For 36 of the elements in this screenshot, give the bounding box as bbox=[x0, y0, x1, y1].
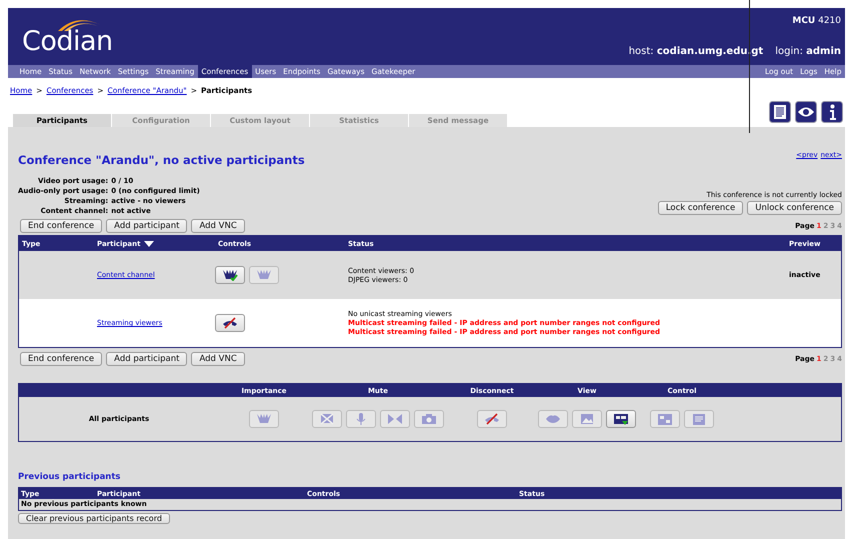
action-button[interactable]: End conference bbox=[20, 352, 102, 366]
clear-record-button[interactable]: Clear previous participants record bbox=[18, 513, 170, 524]
control-button[interactable] bbox=[606, 410, 636, 428]
crossed-screen-icon bbox=[319, 413, 335, 425]
action-button[interactable]: Add VNC bbox=[191, 352, 245, 366]
logo-text: Codian bbox=[22, 26, 113, 57]
panel-icon bbox=[657, 412, 673, 426]
screen-layout-icon bbox=[613, 412, 629, 426]
microphone-icon bbox=[355, 412, 367, 426]
action-button[interactable]: Add participant bbox=[106, 219, 188, 233]
sort-caret-icon bbox=[144, 240, 154, 246]
lips-icon bbox=[545, 414, 561, 424]
action-button[interactable]: Add participant bbox=[106, 352, 188, 366]
conference-title: Conference "Arandu", no active participants bbox=[18, 153, 305, 167]
lock-button[interactable]: Unlock conference bbox=[747, 201, 842, 215]
crossed-phone-icon bbox=[483, 413, 501, 425]
control-button[interactable] bbox=[215, 266, 245, 284]
action-button[interactable]: End conference bbox=[20, 219, 102, 233]
lock-button[interactable]: Lock conference bbox=[658, 201, 744, 215]
login-label: login: admin bbox=[775, 46, 841, 57]
crown-icon bbox=[256, 413, 272, 425]
action-button[interactable]: Add VNC bbox=[191, 219, 245, 233]
section-title: Previous participants bbox=[18, 472, 122, 482]
camera-icon bbox=[421, 413, 437, 425]
control-button[interactable] bbox=[215, 314, 245, 332]
picture-icon bbox=[580, 413, 594, 425]
document-icon[interactable] bbox=[769, 101, 791, 123]
document-icon bbox=[692, 412, 706, 426]
model-label: MCU 4210 bbox=[792, 16, 841, 26]
crown-icon bbox=[222, 269, 238, 281]
info-icon[interactable] bbox=[821, 101, 843, 123]
host-label: host: codian.umg.edu.gt bbox=[628, 46, 764, 57]
eye-icon[interactable] bbox=[795, 101, 817, 123]
bowtie-icon bbox=[387, 413, 403, 425]
crossed-phone-icon bbox=[221, 317, 239, 329]
crown-icon bbox=[256, 269, 272, 281]
